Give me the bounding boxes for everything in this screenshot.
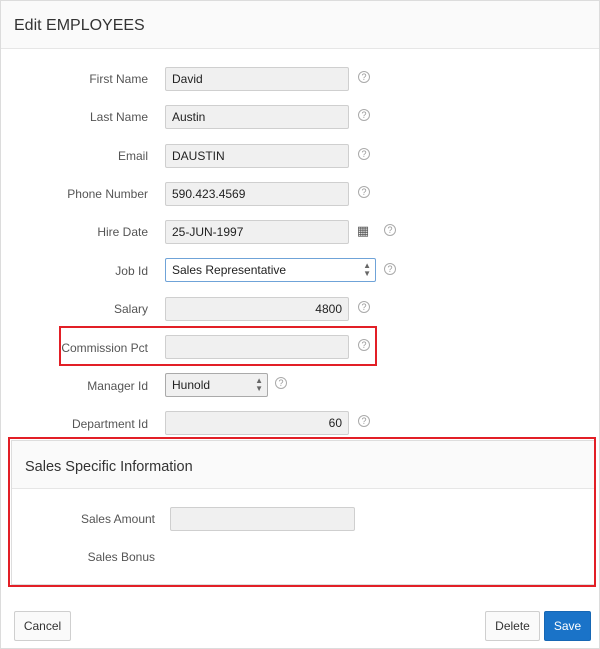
delete-button[interactable]: Delete [485,611,540,641]
manager-id-help-icon[interactable]: ? [275,377,287,389]
email-help-icon[interactable]: ? [358,148,370,160]
manager-id-value: Hunold [172,378,211,392]
email-label: Email [117,149,148,163]
phone-label: Phone Number [67,187,148,201]
region-header: Edit EMPLOYEES [1,1,599,49]
department-id-field[interactable]: 60 [165,411,349,435]
first-name-help-icon[interactable]: ? [358,71,370,83]
email-field[interactable]: DAUSTIN [165,144,349,168]
hire-date-field[interactable]: 25-JUN-1997 [165,220,349,244]
last-name-field[interactable]: Austin [165,105,349,129]
job-id-value: Sales Representative [172,263,287,277]
salary-help-icon[interactable]: ? [358,301,370,313]
edit-employees-region: Edit EMPLOYEES First Name David ? Last N… [0,0,600,649]
sales-highlight-box [8,437,596,587]
job-id-label: Job Id [115,264,148,278]
salary-field[interactable]: 4800 [165,297,349,321]
first-name-label: First Name [89,72,148,86]
manager-id-select[interactable]: Hunold ▲ ▼ [165,373,268,397]
first-name-field[interactable]: David [165,67,349,91]
department-id-label: Department Id [71,417,148,431]
select-arrows-icon: ▲ ▼ [255,376,263,393]
select-arrows-icon: ▲ ▼ [363,261,371,278]
job-id-help-icon[interactable]: ? [384,263,396,275]
salary-label: Salary [113,302,148,316]
last-name-help-icon[interactable]: ? [358,109,370,121]
hire-date-help-icon[interactable]: ? [384,224,396,236]
commission-field[interactable] [165,335,349,359]
commission-help-icon[interactable]: ? [358,339,370,351]
phone-help-icon[interactable]: ? [358,186,370,198]
phone-field[interactable]: 590.423.4569 [165,182,349,206]
calendar-icon[interactable]: ▦ [353,221,373,241]
region-title: Edit EMPLOYEES [14,17,145,34]
department-id-help-icon[interactable]: ? [358,415,370,427]
last-name-label: Last Name [89,110,148,124]
cancel-button[interactable]: Cancel [14,611,71,641]
job-id-select[interactable]: Sales Representative ▲ ▼ [165,258,376,282]
save-button[interactable]: Save [544,611,591,641]
manager-id-label: Manager Id [87,379,148,393]
hire-date-label: Hire Date [97,225,148,239]
commission-label: Commission Pct [61,341,148,355]
